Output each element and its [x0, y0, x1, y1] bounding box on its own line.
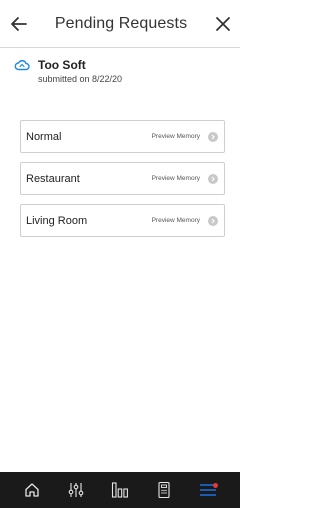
bottom-tab-bar: [0, 472, 240, 508]
preview-memory-link[interactable]: Preview Memory: [152, 175, 200, 182]
memory-item-normal[interactable]: Normal Preview Memory: [20, 120, 225, 153]
close-icon: [216, 16, 230, 31]
memory-label: Normal: [26, 130, 62, 143]
tab-equalizer[interactable]: [64, 478, 88, 502]
cloud-icon: [14, 60, 30, 71]
chevron-right-icon[interactable]: [208, 131, 218, 142]
notification-badge: [213, 483, 218, 488]
memory-label: Living Room: [26, 214, 88, 227]
preview-group: Preview Memory: [152, 131, 218, 142]
tab-home[interactable]: [20, 478, 44, 502]
page-title: Pending Requests: [54, 14, 188, 32]
preview-memory-link[interactable]: Preview Memory: [152, 133, 200, 140]
request-name: Too Soft: [38, 58, 86, 72]
memory-item-restaurant[interactable]: Restaurant Preview Memory: [20, 162, 225, 195]
preview-group: Preview Memory: [152, 173, 218, 184]
tab-remote[interactable]: [152, 478, 176, 502]
tab-stats[interactable]: [108, 478, 132, 502]
remote-icon: [158, 481, 170, 499]
home-icon: [25, 483, 39, 497]
back-arrow-icon: [11, 16, 27, 31]
bars-icon: [111, 482, 128, 498]
sliders-icon: [68, 483, 84, 497]
pending-request: Too Soft submitted on 8/22/20: [14, 58, 234, 92]
memory-list: Normal Preview Memory Restaurant Preview…: [20, 120, 225, 246]
header-bar: Pending Requests: [0, 0, 240, 48]
chevron-right-icon[interactable]: [208, 215, 218, 226]
back-button[interactable]: [8, 13, 30, 35]
preview-memory-link[interactable]: Preview Memory: [152, 217, 200, 224]
chevron-right-icon[interactable]: [208, 173, 218, 184]
preview-group: Preview Memory: [152, 215, 218, 226]
memory-label: Restaurant: [26, 172, 80, 185]
request-submitted-date: submitted on 8/22/20: [38, 74, 123, 84]
memory-item-living-room[interactable]: Living Room Preview Memory: [20, 204, 225, 237]
tab-menu[interactable]: [196, 478, 220, 502]
close-button[interactable]: [212, 13, 234, 35]
